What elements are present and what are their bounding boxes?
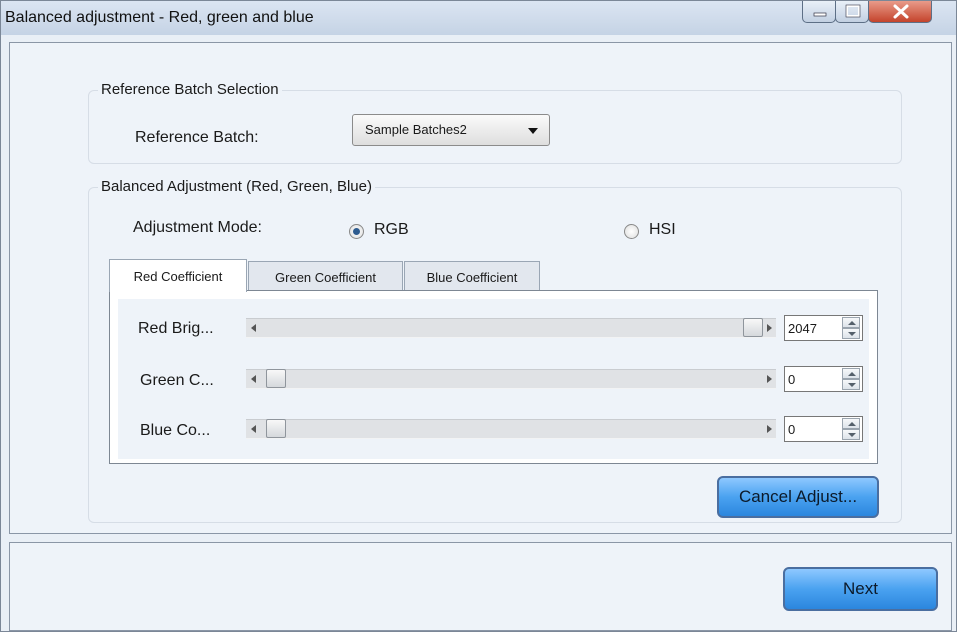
tab-blue-coefficient[interactable]: Blue Coefficient	[404, 261, 540, 292]
adjustment-mode-label: Adjustment Mode:	[133, 219, 262, 236]
reference-batch-label: Reference Batch:	[135, 129, 259, 146]
close-button[interactable]	[868, 1, 932, 23]
next-button[interactable]: Next	[783, 567, 938, 611]
green-coefficient-slider[interactable]	[246, 369, 776, 389]
scroll-left-icon[interactable]	[251, 375, 256, 383]
maximize-icon	[845, 4, 861, 18]
blue-coefficient-spinbox[interactable]: 0	[784, 416, 863, 442]
scroll-right-icon[interactable]	[767, 324, 772, 332]
green-coefficient-spinbox[interactable]: 0	[784, 366, 863, 392]
radio-hsi-label[interactable]: HSI	[649, 221, 676, 239]
window-title: Balanced adjustment - Red, green and blu…	[5, 9, 314, 26]
blue-coefficient-value[interactable]: 0	[788, 422, 795, 437]
reference-batch-legend: Reference Batch Selection	[98, 81, 282, 98]
spin-up-icon[interactable]	[842, 418, 860, 429]
red-brightness-value[interactable]: 2047	[788, 321, 817, 336]
spin-up-icon[interactable]	[842, 368, 860, 379]
radio-rgb-label[interactable]: RGB	[374, 221, 409, 239]
red-brightness-spinbox[interactable]: 2047	[784, 315, 863, 341]
green-coefficient-label: Green C...	[140, 372, 214, 389]
dialog-window: Balanced adjustment - Red, green and blu…	[0, 0, 957, 632]
footer-bar: Next	[9, 542, 952, 631]
title-bar[interactable]: Balanced adjustment - Red, green and blu…	[1, 1, 956, 35]
reference-batch-dropdown[interactable]: Sample Batches2	[352, 114, 550, 146]
blue-coefficient-label: Blue Co...	[140, 422, 211, 439]
scroll-left-icon[interactable]	[251, 425, 256, 433]
green-coefficient-thumb[interactable]	[266, 369, 286, 388]
content-area: Reference Batch Selection Reference Batc…	[9, 42, 952, 534]
close-icon	[893, 4, 909, 19]
blue-coefficient-slider[interactable]	[246, 419, 776, 439]
red-brightness-thumb[interactable]	[743, 318, 763, 337]
radio-rgb[interactable]	[349, 224, 364, 239]
spin-up-icon[interactable]	[842, 317, 860, 328]
reference-batch-value: Sample Batches2	[365, 122, 467, 137]
maximize-button[interactable]	[835, 1, 869, 23]
spin-down-icon[interactable]	[842, 429, 860, 440]
spin-down-icon[interactable]	[842, 328, 860, 339]
red-brightness-label: Red Brig...	[138, 320, 214, 337]
chevron-down-icon	[528, 128, 538, 134]
balanced-adjustment-legend: Balanced Adjustment (Red, Green, Blue)	[98, 178, 375, 195]
spin-down-icon[interactable]	[842, 379, 860, 390]
radio-hsi[interactable]	[624, 224, 639, 239]
green-coefficient-value[interactable]: 0	[788, 372, 795, 387]
cancel-adjust-button[interactable]: Cancel Adjust...	[717, 476, 879, 518]
red-brightness-slider[interactable]	[246, 318, 776, 338]
scroll-right-icon[interactable]	[767, 425, 772, 433]
scroll-right-icon[interactable]	[767, 375, 772, 383]
scroll-left-icon[interactable]	[251, 324, 256, 332]
minimize-button[interactable]	[802, 1, 836, 23]
tab-green-coefficient[interactable]: Green Coefficient	[248, 261, 403, 292]
minimize-icon	[813, 12, 827, 17]
blue-coefficient-thumb[interactable]	[266, 419, 286, 438]
tab-red-coefficient[interactable]: Red Coefficient	[109, 259, 247, 292]
